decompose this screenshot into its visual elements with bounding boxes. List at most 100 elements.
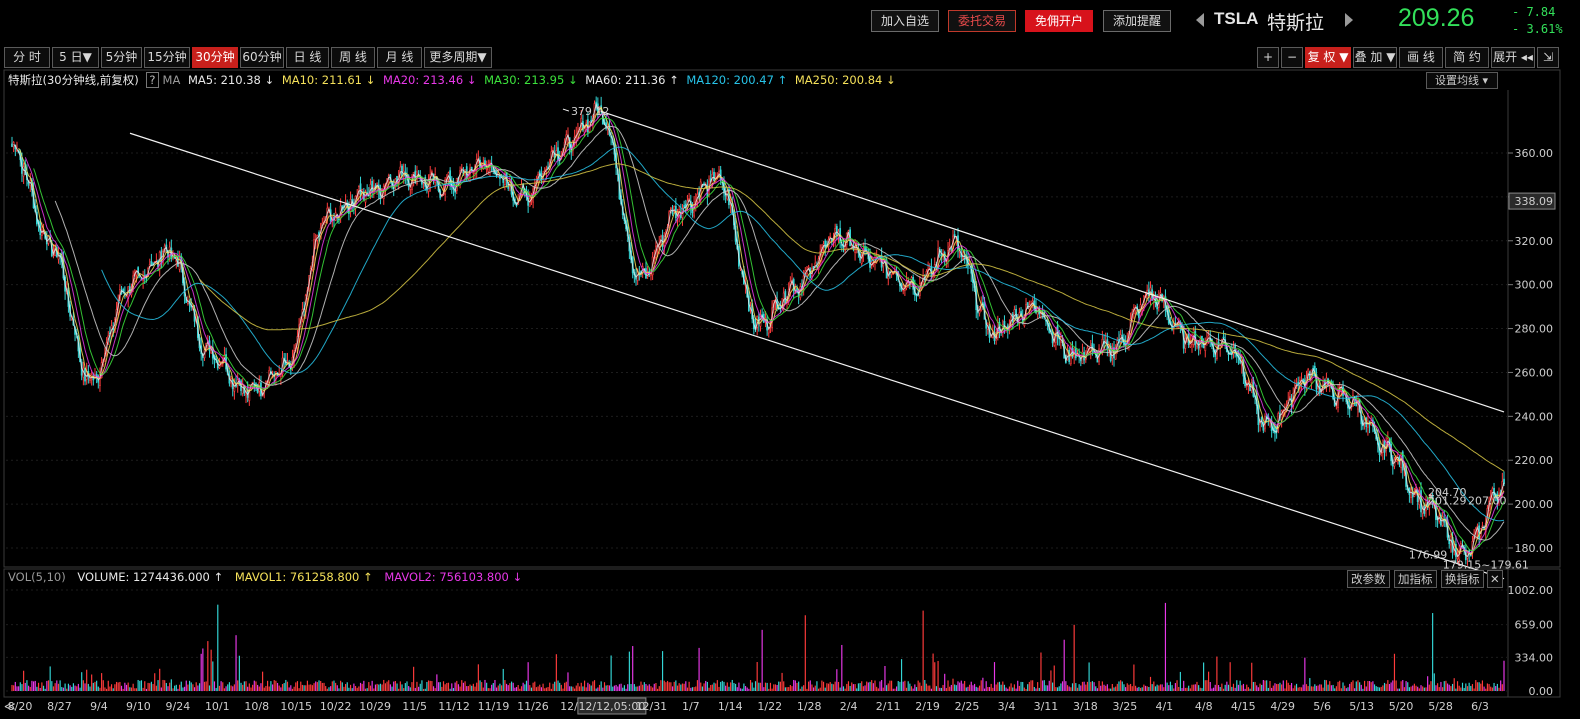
- volume-bar: [331, 681, 333, 691]
- volume-bar: [227, 684, 229, 691]
- volume-bar: [1186, 687, 1188, 691]
- volume-bar: [356, 687, 358, 691]
- volume-bar: [316, 682, 318, 691]
- expand-button[interactable]: 展开 ◂◂: [1491, 47, 1535, 68]
- volume-bar: [784, 687, 786, 691]
- volume-bar: [564, 682, 566, 691]
- volume-bar: [1365, 686, 1367, 691]
- simple-mode-button[interactable]: 简 约: [1445, 47, 1489, 68]
- stock-chart[interactable]: 360.00340.00320.00300.00280.00260.00240.…: [0, 0, 1580, 719]
- set-ma-button[interactable]: 设置均线 ▾: [1426, 72, 1498, 89]
- period-15min-tab[interactable]: 15分钟: [144, 47, 190, 68]
- next-stock-arrow-icon[interactable]: [1345, 13, 1353, 27]
- volume-bar: [373, 688, 375, 691]
- volume-bar: [1164, 602, 1167, 691]
- volume-bar: [1199, 687, 1201, 691]
- volume-bar: [1330, 685, 1332, 691]
- volume-bar: [1295, 683, 1298, 691]
- volume-bar: [1271, 687, 1273, 691]
- add-watchlist-button[interactable]: 加入自选: [871, 10, 939, 32]
- period-5min-tab[interactable]: 5分钟: [101, 47, 142, 68]
- volume-indicator-name[interactable]: VOL(5,10): [8, 570, 66, 584]
- add-indicator-button[interactable]: 加指标: [1394, 570, 1437, 588]
- volume-bar: [681, 683, 684, 691]
- volume-bar: [1312, 686, 1314, 691]
- volume-bar: [1236, 680, 1238, 691]
- volume-bar: [1149, 676, 1152, 691]
- volume-bar: [756, 662, 758, 691]
- volume-bar: [846, 683, 848, 691]
- free-account-button[interactable]: 免佣开户: [1025, 10, 1093, 32]
- period-monthly-tab[interactable]: 月 线: [377, 47, 422, 68]
- help-icon[interactable]: ?: [146, 72, 159, 88]
- volume-bar: [509, 683, 511, 691]
- previous-stock-arrow-icon[interactable]: [1196, 13, 1204, 27]
- volume-bar: [1096, 688, 1098, 691]
- volume-bar: [345, 684, 347, 691]
- candle-body: [11, 143, 13, 147]
- volume-bar: [515, 687, 518, 691]
- more-periods-dropdown[interactable]: 更多周期▼: [424, 47, 492, 68]
- volume-bar: [381, 684, 383, 691]
- volume-bar: [1339, 680, 1341, 691]
- volume-bar: [1060, 683, 1062, 691]
- last-price: 209.26: [1398, 4, 1475, 32]
- zoom-out-button[interactable]: −: [1281, 47, 1303, 68]
- volume-bar: [544, 688, 546, 691]
- fullscreen-icon[interactable]: ⇲: [1537, 47, 1559, 68]
- period-toolbar: 分 时 5 日▼ 5分钟 15分钟 30分钟 60分钟 日 线 周 线 月 线 …: [0, 45, 1580, 71]
- volume-bar: [393, 681, 395, 691]
- volume-bar: [1100, 685, 1102, 691]
- scroll-left-icon[interactable]: ≪: [4, 700, 16, 713]
- volume-bar: [510, 681, 513, 691]
- volume-bar: [109, 686, 111, 691]
- period-weekly-tab[interactable]: 周 线: [331, 47, 375, 68]
- volume-bar: [41, 682, 43, 691]
- period-60min-tab[interactable]: 60分钟: [240, 47, 284, 68]
- volume-bar: [1173, 688, 1175, 691]
- volume-bar: [1196, 681, 1198, 691]
- volume-bar: [290, 685, 292, 691]
- volume-bar: [1425, 687, 1427, 691]
- volume-bar: [190, 682, 192, 691]
- add-alert-button[interactable]: 添加提醒: [1103, 10, 1171, 32]
- switch-indicator-button[interactable]: 换指标: [1441, 570, 1484, 588]
- period-daily-tab[interactable]: 日 线: [286, 47, 329, 68]
- volume-bar: [555, 654, 557, 691]
- change-params-button[interactable]: 改参数: [1347, 570, 1390, 588]
- period-5day-tab[interactable]: 5 日▼: [52, 47, 99, 68]
- volume-bar: [696, 680, 699, 691]
- volume-bar: [1056, 687, 1059, 691]
- volume-bar: [384, 683, 386, 691]
- price-adjust-dropdown[interactable]: 复 权 ▼: [1305, 47, 1351, 68]
- zoom-in-button[interactable]: +: [1257, 47, 1279, 68]
- price-tick-label: 360.00: [1515, 147, 1554, 160]
- price-tick-label: 180.00: [1515, 542, 1554, 555]
- volume-bar: [44, 688, 46, 691]
- volume-bar: [688, 681, 690, 691]
- period-intraday-tab[interactable]: 分 时: [4, 47, 50, 68]
- period-30min-tab[interactable]: 30分钟: [192, 47, 238, 68]
- volume-bar: [315, 681, 317, 691]
- close-indicator-icon[interactable]: ✕: [1487, 570, 1503, 588]
- volume-bar: [1327, 684, 1329, 691]
- volume-bar: [567, 672, 569, 691]
- volume-bar: [1106, 684, 1108, 691]
- volume-bar: [374, 684, 377, 691]
- volume-bar: [335, 682, 337, 691]
- volume-legend: VOL(5,10) VOLUME: 1274436.000 ↑ MAVOL1: …: [8, 570, 530, 587]
- volume-bar: [383, 679, 385, 691]
- volume-bar: [1276, 683, 1278, 691]
- volume-bar: [960, 680, 962, 691]
- ma5-value: MA5: 210.38 ↓: [187, 73, 275, 87]
- volume-bar: [995, 684, 997, 691]
- volume-bar: [587, 682, 589, 691]
- overlay-dropdown[interactable]: 叠 加 ▼: [1353, 47, 1397, 68]
- volume-bar: [779, 681, 781, 691]
- volume-bar: [534, 681, 536, 691]
- volume-bar: [942, 684, 944, 691]
- draw-line-button[interactable]: 画 线: [1399, 47, 1443, 68]
- volume-bar: [1415, 685, 1417, 691]
- entrust-trade-button[interactable]: 委托交易: [948, 10, 1016, 32]
- volume-bar: [701, 686, 703, 691]
